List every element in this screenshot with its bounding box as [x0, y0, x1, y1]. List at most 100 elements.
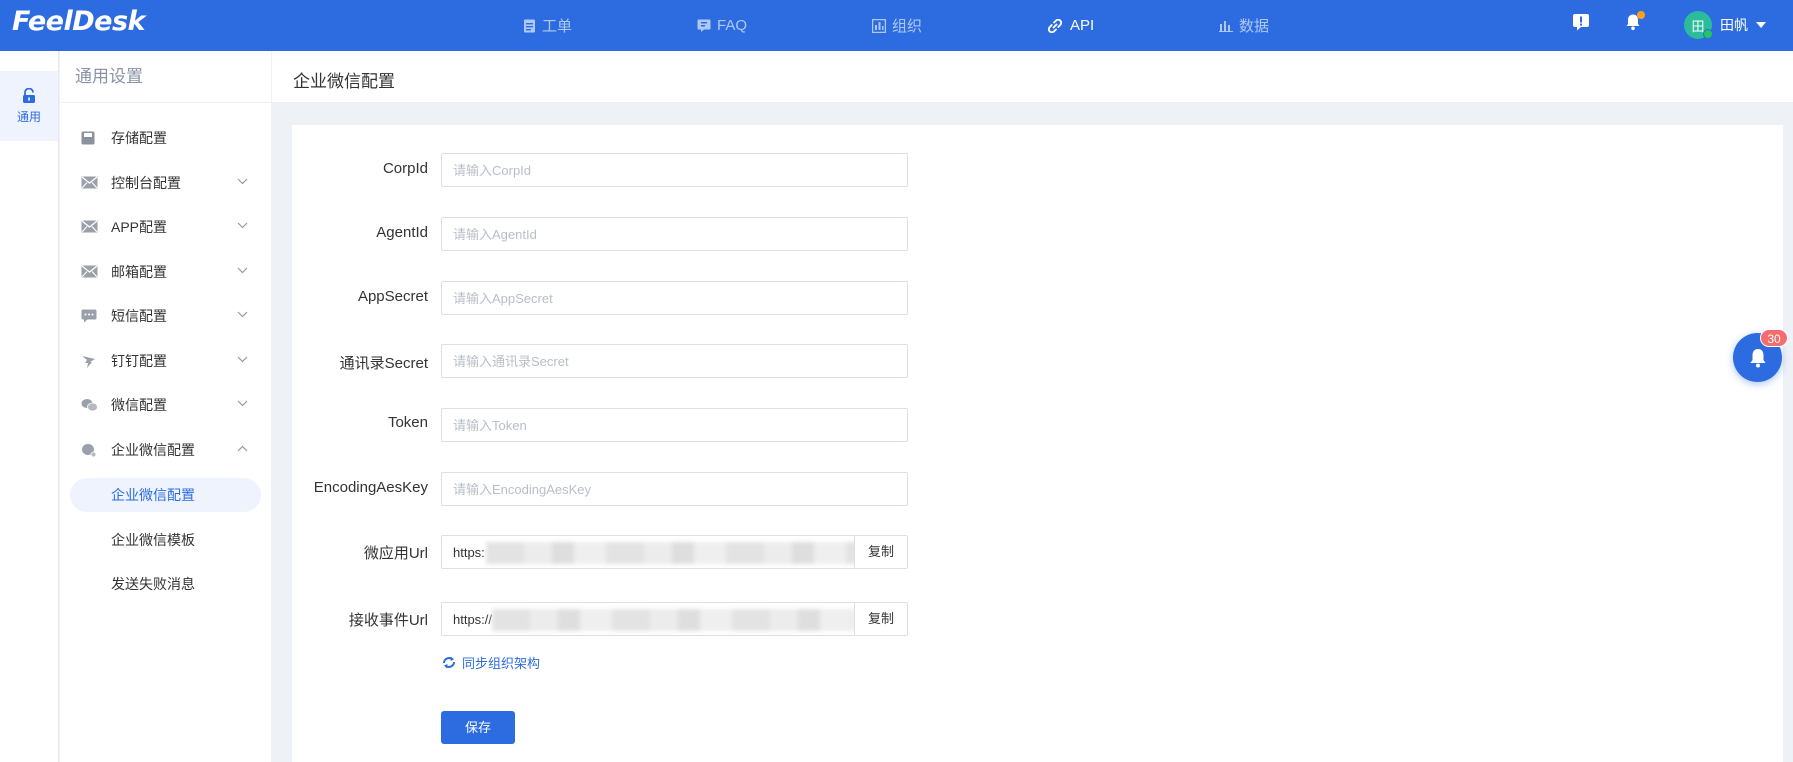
chevron-down-icon — [237, 267, 248, 274]
nav-organization[interactable]: 组织 — [872, 0, 922, 51]
wechat-icon — [81, 399, 98, 412]
sidebar-item-wecom[interactable]: 企业微信配置 — [60, 432, 271, 468]
contacts-secret-input[interactable] — [442, 345, 907, 377]
copy-event-url-button[interactable]: 复制 — [854, 603, 907, 635]
notification-dot — [1637, 11, 1645, 19]
sidebar-item-console[interactable]: 控制台配置 — [60, 165, 271, 201]
bell-icon — [1750, 348, 1765, 367]
nav-label: 工单 — [542, 18, 573, 35]
sidebar-item-label: 存储配置 — [111, 130, 167, 146]
encodingaeskey-label: EncodingAesKey — [313, 479, 428, 496]
nav-label: FAQ — [717, 17, 748, 34]
link-icon — [1047, 18, 1063, 33]
bell-icon[interactable] — [1624, 11, 1645, 36]
save-button[interactable]: 保存 — [441, 711, 515, 744]
sidebar-subitem-wecom-template[interactable]: 企业微信模板 — [70, 523, 261, 557]
agentid-input[interactable] — [442, 218, 907, 250]
contacts-secret-field[interactable] — [441, 344, 908, 378]
sidebar-item-label: APP配置 — [111, 219, 168, 235]
event-url-value: https:// — [453, 612, 493, 627]
nav-data[interactable]: 数据 — [1219, 0, 1269, 51]
micro-app-url-field[interactable]: https: 复制 — [441, 535, 908, 569]
sidebar-item-label: 微信配置 — [111, 397, 167, 413]
unlock-icon — [23, 87, 35, 103]
bar-chart-icon — [1219, 21, 1233, 32]
sidebar-item-label: 钉钉配置 — [111, 353, 167, 369]
nav-label: 数据 — [1239, 18, 1270, 35]
sidebar-item-wechat[interactable]: 微信配置 — [60, 387, 271, 423]
appsecret-field[interactable] — [441, 281, 908, 315]
document-icon — [524, 19, 535, 32]
user-menu[interactable]: 田 田帆 — [1684, 8, 1766, 42]
notification-count-badge: 30 — [1760, 329, 1788, 347]
corpid-input[interactable] — [442, 154, 907, 186]
nav-faq[interactable]: FAQ — [697, 0, 747, 51]
sidebar-item-label: 控制台配置 — [111, 175, 181, 191]
flag-icon — [697, 19, 711, 32]
event-url-field[interactable]: https:// 复制 — [441, 602, 908, 636]
avatar: 田 — [1684, 11, 1713, 39]
copy-micro-app-url-button[interactable]: 复制 — [854, 536, 907, 568]
event-url-label: 接收事件Url — [348, 612, 428, 629]
agentid-field[interactable] — [441, 217, 908, 251]
sidebar-item-email[interactable]: 邮箱配置 — [60, 254, 271, 290]
appsecret-input[interactable] — [442, 282, 907, 314]
user-name: 田帆 — [1720, 17, 1748, 33]
encodingaeskey-field[interactable] — [441, 472, 908, 506]
logo[interactable]: FeelDesk — [12, 6, 145, 37]
redacted-url — [486, 542, 870, 564]
chevron-down-icon — [237, 400, 248, 407]
wecom-icon — [82, 444, 97, 458]
sidebar-item-dingtalk[interactable]: 钉钉配置 — [60, 343, 271, 379]
sidebar-subitem-wecom-config[interactable]: 企业微信配置 — [70, 478, 261, 512]
page-header: 企业微信配置 — [272, 51, 1793, 103]
token-field[interactable] — [441, 408, 908, 442]
chevron-up-icon — [237, 445, 248, 452]
nav-tickets[interactable]: 工单 — [523, 0, 572, 51]
token-label: Token — [387, 414, 428, 431]
corpid-label: CorpId — [382, 160, 428, 177]
sidebar-item-label: 企业微信配置 — [111, 442, 195, 458]
sidebar-item-app[interactable]: APP配置 — [60, 209, 271, 245]
token-input[interactable] — [442, 409, 907, 441]
micro-app-url-label: 微应用Url — [363, 545, 428, 562]
building-icon — [872, 18, 886, 33]
mail-icon — [81, 176, 98, 189]
chevron-down-icon — [237, 356, 248, 363]
sync-org-link[interactable]: 同步组织架构 — [442, 653, 540, 672]
top-navbar: FeelDesk 工单 FAQ 组织 API 数据 田 田帆 — [0, 0, 1793, 51]
mail-icon — [81, 265, 98, 278]
sidebar-item-sms[interactable]: 短信配置 — [60, 298, 271, 334]
nav-api[interactable]: API — [1046, 0, 1094, 51]
page-title: 企业微信配置 — [293, 72, 395, 91]
micro-app-url-value: https: — [453, 545, 485, 560]
chevron-down-icon — [237, 311, 248, 318]
corpid-field[interactable] — [441, 153, 908, 187]
chevron-down-icon — [237, 178, 248, 185]
redacted-url — [492, 609, 854, 631]
rail-label: 通用 — [16, 109, 41, 124]
mail-icon — [81, 220, 98, 233]
contacts-secret-label: 通讯录Secret — [339, 355, 428, 372]
encodingaeskey-input[interactable] — [442, 473, 907, 505]
sidebar-item-label: 短信配置 — [111, 308, 167, 324]
agentid-label: AgentId — [376, 224, 428, 241]
caret-down-icon — [1756, 22, 1766, 28]
sidebar-title: 通用设置 — [60, 51, 271, 103]
sidebar-item-label: 邮箱配置 — [111, 264, 167, 280]
nav-label: API — [1070, 17, 1095, 34]
floppy-icon — [81, 131, 95, 145]
chat-icon — [81, 309, 97, 323]
dingtalk-icon — [82, 356, 95, 368]
sidebar-item-storage[interactable]: 存储配置 — [60, 120, 271, 156]
sidebar-subitem-failed-messages[interactable]: 发送失败消息 — [70, 567, 261, 601]
rail-item-general[interactable]: 通用 — [0, 71, 58, 141]
sync-org-label: 同步组织架构 — [462, 656, 541, 671]
feedback-icon[interactable] — [1572, 13, 1590, 36]
settings-sidebar: 通用设置 存储配置 控制台配置 APP配置 邮箱配置 短信配置 钉钉配置 微信配… — [60, 51, 271, 762]
sync-icon — [443, 656, 455, 669]
nav-label: 组织 — [892, 18, 923, 35]
appsecret-label: AppSecret — [357, 288, 428, 305]
chevron-down-icon — [237, 222, 248, 229]
left-rail: 通用 — [0, 51, 59, 762]
